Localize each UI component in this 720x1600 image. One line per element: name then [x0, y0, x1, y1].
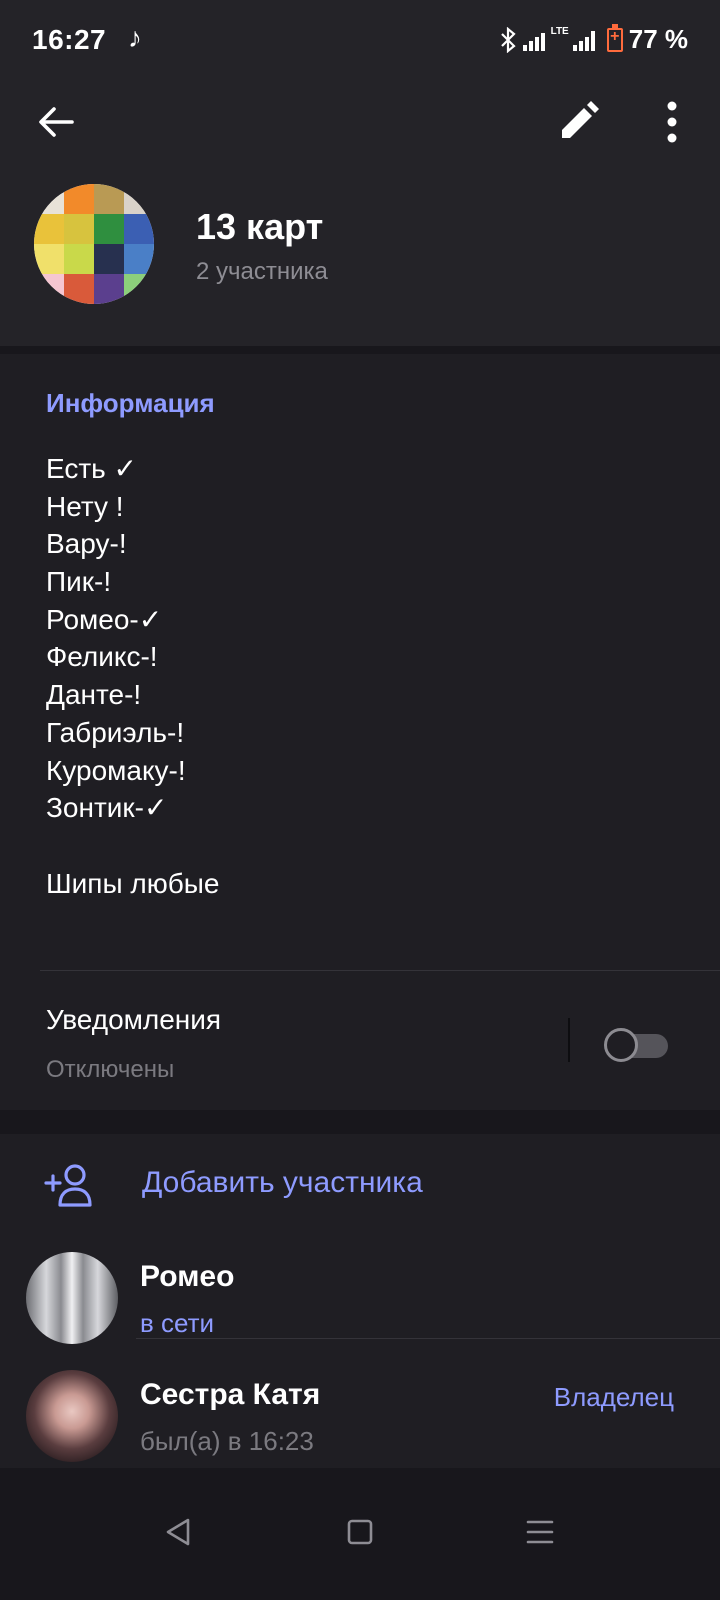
info-line: Пик-!: [46, 566, 112, 598]
member-name: Сестра Катя: [140, 1378, 321, 1411]
signal-icon-2: [572, 29, 595, 51]
info-line: Габриэль-!: [46, 716, 185, 748]
back-button[interactable]: [34, 100, 78, 144]
square-home-icon[interactable]: [336, 1508, 384, 1556]
owner-badge: Владелец: [553, 1382, 674, 1412]
info-line: Феликс-!: [46, 641, 158, 673]
edit-button[interactable]: [556, 100, 600, 144]
info-line: Есть ✓: [46, 453, 138, 484]
member-status: был(а) в 16:23: [140, 1426, 314, 1456]
system-nav-bar: [0, 1468, 720, 1600]
info-section: Информация Есть ✓ Нету ! Вару-! Пик-! Ро…: [0, 354, 720, 1110]
notifications-status: Отключены: [46, 1056, 175, 1083]
info-description: Есть ✓ Нету ! Вару-! Пик-! Ромео-✓ Фелик…: [46, 450, 186, 827]
menu-lines-icon[interactable]: [516, 1508, 564, 1556]
info-line: Нету !: [46, 490, 124, 522]
divider: [40, 970, 720, 971]
group-avatar[interactable]: [34, 184, 154, 304]
member-status: в сети: [140, 1308, 215, 1338]
separator: [568, 1018, 570, 1062]
info-extra-line: Шипы любые: [46, 868, 220, 899]
members-section: Добавить участника Ромео в сети Сестра К…: [0, 1134, 720, 1468]
battery-level: 77 %: [628, 24, 688, 54]
add-member-label: Добавить участника: [142, 1166, 423, 1199]
member-row[interactable]: Ромео в сети: [0, 1244, 720, 1360]
member-row[interactable]: Сестра Катя был(а) в 16:23 Владелец: [0, 1362, 720, 1478]
info-line: Зонтик-✓: [46, 792, 168, 824]
avatar: [26, 1252, 118, 1344]
notifications-label[interactable]: Уведомления: [46, 1004, 221, 1036]
member-count: 2 участника: [196, 258, 328, 285]
bluetooth-icon: [500, 26, 516, 53]
triangle-back-icon[interactable]: [154, 1508, 202, 1556]
info-line: Данте-!: [46, 679, 142, 711]
info-line: Куромаку-!: [46, 754, 186, 786]
network-type: LTE: [550, 25, 569, 37]
status-icons: LTE 77 %: [499, 23, 688, 55]
group-title: 13 карт: [196, 206, 324, 247]
notifications-toggle[interactable]: [604, 1026, 672, 1062]
music-note-icon: ♪: [128, 22, 142, 53]
status-bar: 16:27 ♪ LTE 77 %: [0, 0, 720, 80]
divider: [136, 1338, 720, 1339]
more-menu-button[interactable]: [650, 98, 694, 146]
status-time: 16:27: [32, 24, 107, 55]
info-section-title: Информация: [46, 388, 215, 418]
chat-header: 13 карт 2 участника: [0, 80, 720, 346]
info-line: Ромео-✓: [46, 603, 163, 635]
member-name: Ромео: [140, 1260, 235, 1293]
toggle-thumb: [604, 1028, 638, 1062]
battery-icon: [606, 23, 623, 52]
signal-icon: [522, 29, 545, 51]
add-user-icon: [44, 1164, 92, 1207]
avatar: [26, 1370, 118, 1462]
info-line: Вару-!: [46, 528, 127, 560]
add-member-button[interactable]: Добавить участника: [0, 1134, 720, 1238]
